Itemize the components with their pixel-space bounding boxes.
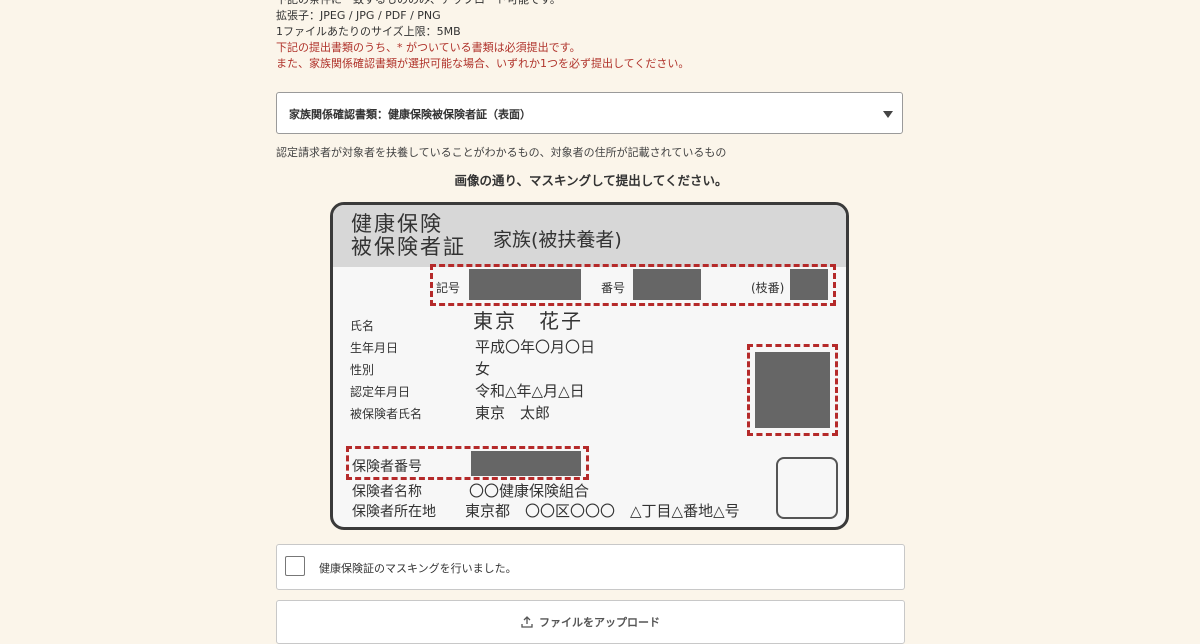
name-label: 氏名 (350, 319, 375, 333)
mask-block-bango (633, 269, 701, 300)
family-doc-notice: また、家族関係確認書類が選択可能な場合、いずれか1つを必ず提出してください。 (276, 57, 690, 70)
masking-instruction: 画像の通り、マスキングして提出してください。 (454, 173, 728, 188)
upload-conditions: 下記の条件に一致するもののみ、アップロード可能です。 拡張子：JPEG / JP… (276, 0, 906, 72)
insured-name-label: 被保険者氏名 (350, 407, 423, 421)
mask-block-insurer-number (471, 451, 581, 476)
required-notice: 下記の提出書類のうち、* がついている書類は必須提出です。 (276, 41, 581, 54)
insurer-name-value: 〇〇健康保険組合 (469, 482, 590, 500)
insurer-address-label: 保険者所在地 (352, 504, 436, 520)
document-hint: 認定請求者が対象者を扶養していることがわかるもの、対象者の住所が記載されているも… (276, 146, 727, 159)
kigo-label: 記号 (436, 281, 461, 295)
masking-confirm-label[interactable]: 健康保険証のマスキングを行いました。 (319, 560, 517, 576)
insurance-card-sample: 健康保険 被保険者証 家族(被扶養者) 記号 番号 (枝番) 氏名 東京 花子 … (330, 202, 849, 530)
card-header: 健康保険 被保険者証 家族(被扶養者) (333, 205, 846, 267)
upload-file-button[interactable]: ファイルをアップロード (276, 600, 905, 644)
cert-date-value: 令和△年△月△日 (475, 382, 585, 400)
sex-label: 性別 (350, 363, 375, 377)
upload-icon (521, 615, 533, 631)
insurer-address-value: 東京都 〇〇区〇〇〇 △丁目△番地△号 (465, 502, 740, 520)
insurer-name-label: 保険者名称 (352, 484, 422, 500)
name-value: 東京 花子 (473, 309, 583, 333)
card-title: 健康保険 被保険者証 (351, 212, 466, 259)
upload-label: ファイルをアップロード (539, 616, 660, 629)
insured-name-value: 東京 太郎 (475, 404, 551, 422)
bango-label: 番号 (601, 281, 626, 295)
condition-extensions: 拡張子：JPEG / JPG / PDF / PNG (276, 9, 441, 22)
document-type-select[interactable]: 家族関係確認書類：健康保険被保険者証（表面） (276, 92, 903, 134)
condition-line: 下記の条件に一致するもののみ、アップロード可能です。 (276, 0, 906, 8)
sex-value: 女 (475, 360, 491, 378)
insurer-number-label: 保険者番号 (352, 459, 422, 475)
card-subtitle: 家族(被扶養者) (493, 229, 622, 251)
stamp-box (776, 457, 838, 519)
birth-value: 平成〇年〇月〇日 (475, 338, 596, 356)
edaban-label: (枝番) (751, 281, 785, 295)
chevron-down-icon[interactable] (883, 111, 893, 118)
mask-block-edaban (790, 269, 828, 300)
masking-confirm-checkbox[interactable] (285, 556, 305, 576)
mask-block-code (755, 352, 830, 428)
masking-confirm-row[interactable]: 健康保険証のマスキングを行いました。 (276, 544, 905, 590)
document-type-selected: 家族関係確認書類：健康保険被保険者証（表面） (289, 108, 531, 121)
mask-block-kigo (469, 269, 581, 300)
cert-date-label: 認定年月日 (350, 385, 411, 399)
condition-size-limit: 1ファイルあたりのサイズ上限：5MB (276, 25, 461, 38)
birth-label: 生年月日 (350, 341, 399, 355)
